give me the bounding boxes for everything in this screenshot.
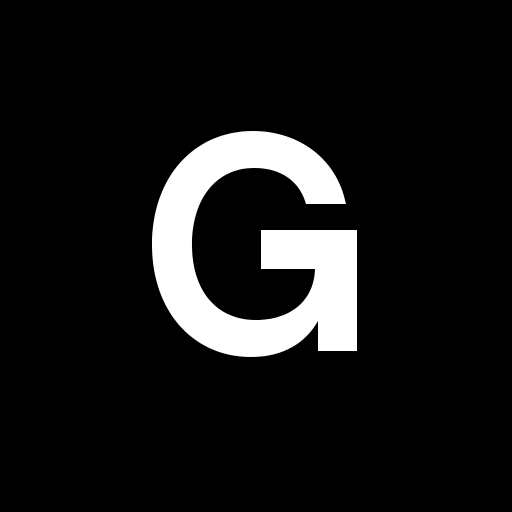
letter-g-glyph [152, 131, 357, 357]
letter-g-logo-icon [152, 131, 357, 357]
app-logo: G [0, 0, 512, 512]
